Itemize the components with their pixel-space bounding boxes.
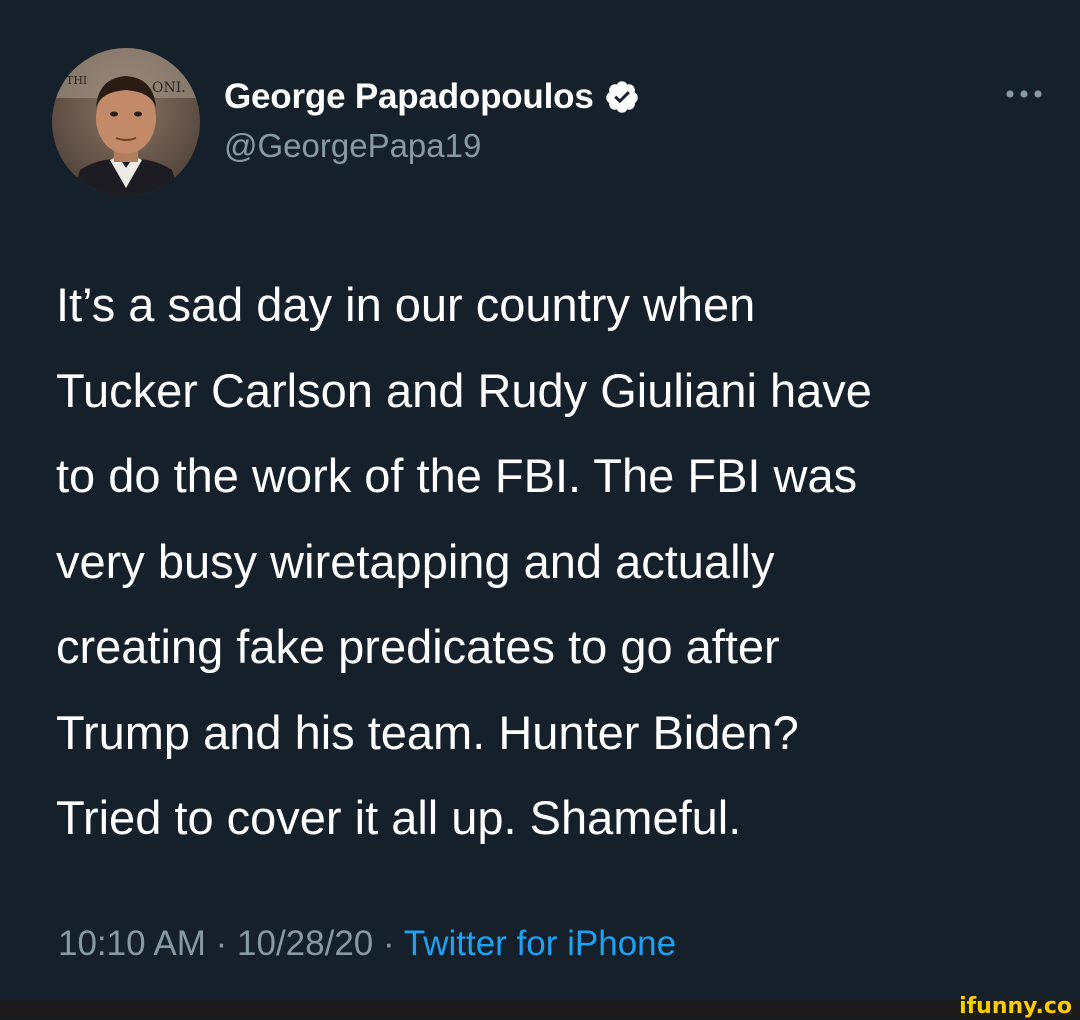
tweet-text: It’s a sad day in our country when Tucke… (56, 262, 1056, 861)
verified-badge-icon (605, 81, 638, 113)
avatar[interactable]: THI ONI. (52, 48, 200, 196)
tweet-card: THI ONI. George Papadopoulos @GeorgePapa… (0, 0, 1080, 1000)
meta-separator: · (215, 924, 228, 963)
tweet-text-line: Tried to cover it all up. Shameful. (56, 791, 742, 844)
meta-separator: · (383, 924, 395, 963)
avatar-photo: THI ONI. (52, 48, 200, 196)
display-name[interactable]: George Papadopoulos (224, 77, 594, 117)
tweet-text-line: Tucker Carlson and Rudy Giuliani have (56, 363, 872, 417)
user-handle[interactable]: @GeorgePapa19 (224, 127, 481, 165)
tweet-text-line: very busy wiretapping and actually (56, 534, 775, 588)
tweet-text-line: to do the work of the FBI. The FBI was (56, 449, 858, 502)
tweet-text-line: Trump and his team. Hunter Biden? (56, 705, 799, 759)
watermark-bar (0, 1000, 1080, 1019)
tweet-time[interactable]: 10:10 AM (58, 924, 206, 963)
svg-text:THI: THI (66, 74, 87, 87)
ifunny-watermark: ifunny.co (959, 994, 1072, 1019)
tweet-text-line: creating fake predicates to go after (56, 620, 780, 673)
author-name-row[interactable]: George Papadopoulos (224, 74, 640, 120)
tweet-text-line: It’s a sad day in our country when (56, 278, 756, 331)
tweet-meta: 10:10 AM · 10/28/20 · Twitter for iPhone (58, 920, 676, 968)
tweet-source-link[interactable]: Twitter for iPhone (404, 924, 676, 963)
svg-text:ONI.: ONI. (152, 80, 186, 96)
tweet-date[interactable]: 10/28/20 (237, 924, 373, 963)
more-dots-icon[interactable] (1002, 80, 1046, 108)
